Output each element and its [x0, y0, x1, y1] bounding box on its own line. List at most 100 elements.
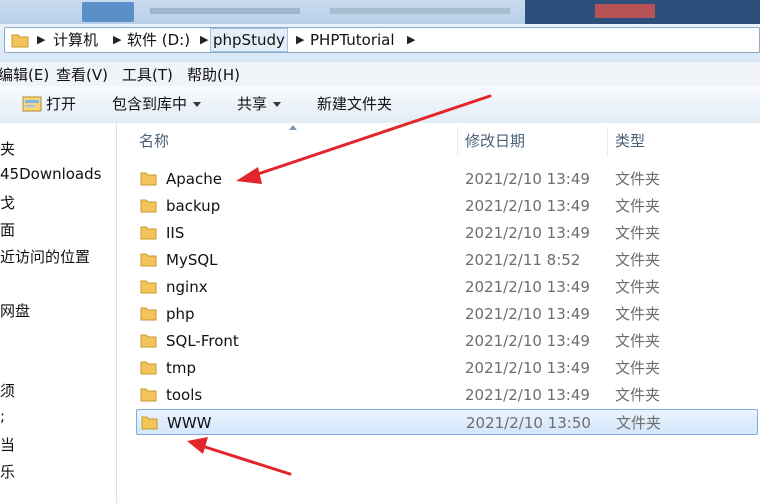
toolbar: 打开 包含到库中 共享 新建文件夹 — [0, 86, 760, 124]
taskbar-block — [82, 2, 134, 22]
file-date: 2021/2/10 13:49 — [465, 197, 590, 215]
menu-bar: 编辑(E) 查看(V) 工具(T) 帮助(H) — [0, 62, 760, 86]
chevron-right-icon[interactable]: ▶ — [113, 28, 121, 52]
breadcrumb-phptutorial[interactable]: PHPTutorial — [310, 28, 395, 52]
file-name: tmp — [166, 359, 197, 377]
new-folder-button[interactable]: 新建文件夹 — [317, 86, 392, 123]
file-row[interactable]: SQL-Front 2021/2/10 13:49 文件夹 — [136, 328, 758, 354]
file-date: 2021/2/11 8:52 — [465, 251, 581, 269]
file-date: 2021/2/10 13:49 — [465, 359, 590, 377]
folder-icon — [140, 199, 157, 213]
folder-icon — [140, 253, 157, 267]
file-name: IIS — [166, 224, 185, 242]
nav-item[interactable]: 45Downloads — [0, 165, 101, 183]
folder-icon — [140, 388, 157, 402]
file-date: 2021/2/10 13:49 — [465, 305, 590, 323]
share-label: 共享 — [237, 95, 268, 113]
nav-item[interactable]: ; — [0, 407, 5, 425]
menu-tools[interactable]: 工具(T) — [122, 64, 173, 85]
file-row[interactable]: php 2021/2/10 13:49 文件夹 — [136, 301, 758, 327]
file-date: 2021/2/10 13:49 — [465, 170, 590, 188]
taskbar-block — [330, 8, 510, 14]
file-type: 文件夹 — [615, 332, 661, 350]
nav-item[interactable]: 面 — [0, 219, 15, 240]
file-type: 文件夹 — [615, 224, 661, 242]
taskbar-block — [595, 4, 655, 18]
nav-item[interactable]: 近访问的位置 — [0, 246, 90, 267]
file-date: 2021/2/10 13:49 — [465, 332, 590, 350]
breadcrumb-computer[interactable]: 计算机 — [53, 28, 98, 52]
file-type: 文件夹 — [615, 278, 661, 296]
include-library-label: 包含到库中 — [112, 95, 188, 113]
folder-icon — [140, 280, 157, 294]
column-divider[interactable] — [607, 127, 608, 155]
folder-icon — [141, 416, 158, 430]
file-name: Apache — [166, 170, 222, 188]
chevron-right-icon[interactable]: ▶ — [200, 28, 208, 52]
column-header: 名称 修改日期 类型 — [117, 123, 760, 159]
file-name: nginx — [166, 278, 208, 296]
file-row[interactable]: MySQL 2021/2/11 8:52 文件夹 — [136, 247, 758, 273]
file-date: 2021/2/10 13:50 — [466, 414, 591, 432]
menu-view[interactable]: 查看(V) — [56, 64, 108, 85]
file-name: tools — [166, 386, 203, 404]
menu-edit[interactable]: 编辑(E) — [0, 64, 49, 85]
file-name: SQL-Front — [166, 332, 239, 350]
file-type: 文件夹 — [615, 170, 661, 188]
menu-help[interactable]: 帮助(H) — [187, 64, 240, 85]
column-type[interactable]: 类型 — [615, 123, 645, 159]
file-type: 文件夹 — [616, 414, 662, 432]
window-top-strip — [0, 0, 760, 24]
address-bar[interactable]: ▶ 计算机 ▶ 软件 (D:) ▶ phpStudy ▶ PHPTutorial… — [4, 27, 760, 53]
taskbar-block — [150, 8, 300, 14]
chevron-right-icon[interactable]: ▶ — [37, 28, 45, 52]
folder-icon — [140, 172, 157, 186]
file-type: 文件夹 — [615, 359, 661, 377]
file-type: 文件夹 — [615, 305, 661, 323]
open-button[interactable]: 打开 — [46, 86, 76, 123]
breadcrumb-drive-d[interactable]: 软件 (D:) — [127, 28, 190, 52]
sort-ascending-icon — [289, 125, 297, 130]
folder-icon — [140, 307, 157, 321]
folder-icon — [140, 226, 157, 240]
nav-item[interactable]: 网盘 — [0, 300, 30, 321]
breadcrumb-phpstudy[interactable]: phpStudy — [210, 28, 288, 52]
file-name: WWW — [167, 414, 212, 432]
nav-item[interactable]: 乐 — [0, 461, 15, 482]
nav-item[interactable]: 须 — [0, 380, 15, 401]
file-row[interactable]: nginx 2021/2/10 13:49 文件夹 — [136, 274, 758, 300]
file-row[interactable]: WWW 2021/2/10 13:50 文件夹 — [136, 409, 758, 435]
chevron-down-icon — [273, 102, 282, 107]
file-date: 2021/2/10 13:49 — [465, 278, 590, 296]
folder-icon — [140, 361, 157, 375]
column-divider[interactable] — [457, 127, 458, 155]
file-list: 名称 修改日期 类型 Apache 2021/2/10 13:49 文件夹 backu… — [117, 123, 760, 503]
file-name: backup — [166, 197, 221, 215]
file-name: php — [166, 305, 195, 323]
navigation-pane: 夹 45Downloads 戈 面 近访问的位置 网盘 须 ; 当 乐 — [0, 123, 117, 503]
folder-icon — [11, 34, 29, 48]
nav-item[interactable]: 夹 — [0, 138, 15, 159]
open-icon[interactable] — [22, 95, 42, 113]
share-button[interactable]: 共享 — [237, 86, 282, 123]
file-row[interactable]: IIS 2021/2/10 13:49 文件夹 — [136, 220, 758, 246]
file-row[interactable]: Apache 2021/2/10 13:49 文件夹 — [136, 166, 758, 192]
file-date: 2021/2/10 13:49 — [465, 224, 590, 242]
file-type: 文件夹 — [615, 251, 661, 269]
nav-item[interactable]: 戈 — [0, 192, 15, 213]
chevron-right-icon[interactable]: ▶ — [407, 28, 415, 52]
chevron-down-icon — [193, 102, 202, 107]
file-row[interactable]: tools 2021/2/10 13:49 文件夹 — [136, 382, 758, 408]
file-row[interactable]: backup 2021/2/10 13:49 文件夹 — [136, 193, 758, 219]
folder-icon — [140, 334, 157, 348]
file-date: 2021/2/10 13:49 — [465, 386, 590, 404]
file-row[interactable]: tmp 2021/2/10 13:49 文件夹 — [136, 355, 758, 381]
column-date[interactable]: 修改日期 — [465, 123, 525, 159]
column-name[interactable]: 名称 — [139, 123, 169, 159]
file-type: 文件夹 — [615, 197, 661, 215]
nav-item[interactable]: 当 — [0, 434, 15, 455]
include-library-button[interactable]: 包含到库中 — [112, 86, 202, 123]
address-bar-area: ▶ 计算机 ▶ 软件 (D:) ▶ phpStudy ▶ PHPTutorial… — [0, 24, 760, 62]
chevron-right-icon[interactable]: ▶ — [296, 28, 304, 52]
file-name: MySQL — [166, 251, 218, 269]
